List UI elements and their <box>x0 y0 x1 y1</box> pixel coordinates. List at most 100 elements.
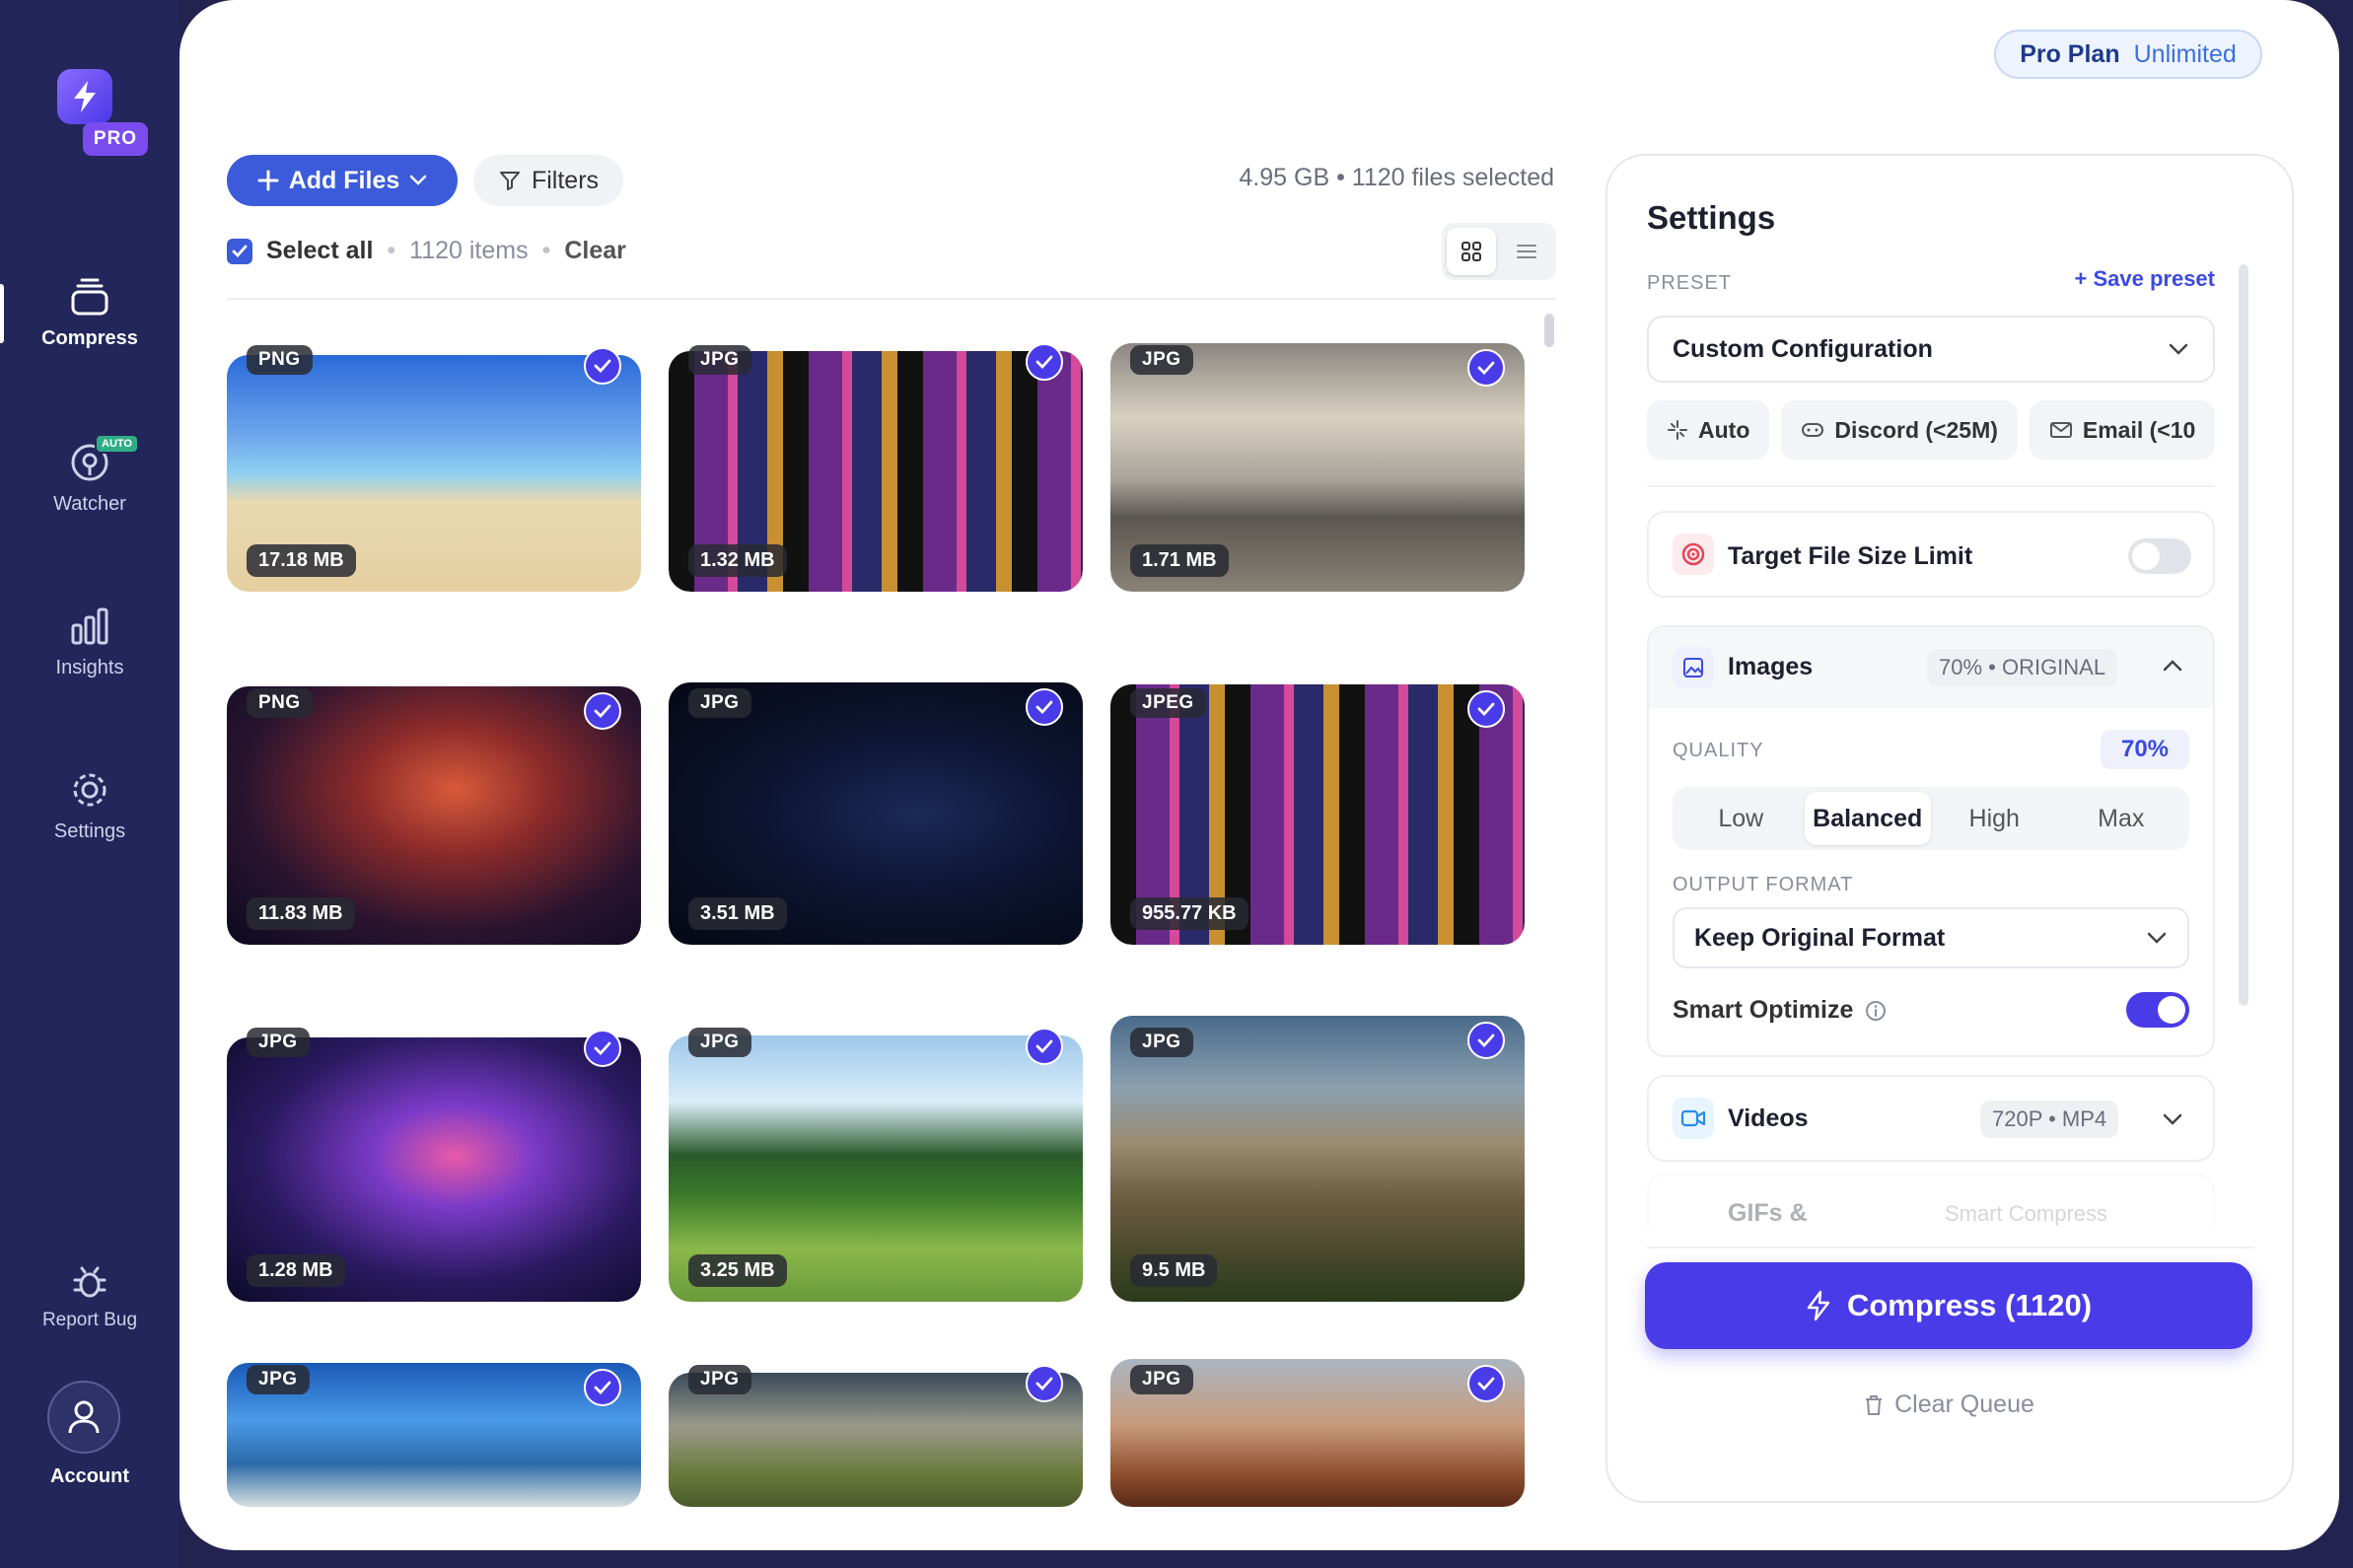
quick-presets: Auto Discord (<25M) Email (<10 <box>1647 400 2215 460</box>
preset-chip-discord[interactable]: Discord (<25M) <box>1781 400 2018 460</box>
file-select-checkbox[interactable] <box>1467 690 1505 728</box>
videos-section[interactable]: Videos 720P • MP4 <box>1647 1075 2215 1162</box>
chevron-down-icon <box>2169 343 2188 355</box>
file-select-checkbox[interactable] <box>1026 688 1063 726</box>
preset-label: PRESET <box>1647 272 1733 294</box>
add-files-label: Add Files <box>288 166 400 194</box>
chevron-up-icon[interactable] <box>2162 659 2183 673</box>
filters-button[interactable]: Filters <box>473 155 623 206</box>
clear-queue-button[interactable]: Clear Queue <box>1645 1390 2252 1419</box>
clear-selection-link[interactable]: Clear <box>564 237 626 265</box>
settings-title: Settings <box>1647 199 1776 236</box>
file-select-checkbox[interactable] <box>1026 1028 1063 1065</box>
file-select-checkbox[interactable] <box>1026 1365 1063 1402</box>
smart-optimize-toggle[interactable] <box>2126 992 2189 1028</box>
selection-summary: 4.95 GB • 1120 files selected <box>1239 164 1554 191</box>
list-view-button[interactable] <box>1502 228 1551 275</box>
check-icon <box>594 704 611 718</box>
quality-value-badge: 70% <box>2101 730 2189 769</box>
nav-settings[interactable]: Settings <box>0 769 179 843</box>
file-card[interactable]: JPG <box>1110 1353 1525 1507</box>
file-select-checkbox[interactable] <box>1467 1022 1505 1059</box>
output-format-label: OUTPUT FORMAT <box>1673 874 1854 895</box>
file-size-badge: 1.28 MB <box>247 1254 345 1287</box>
save-preset-button[interactable]: + Save preset <box>2075 266 2216 292</box>
quality-label: QUALITY <box>1673 740 1764 761</box>
gamepad-icon <box>1802 423 1824 437</box>
plan-name: Pro Plan <box>2020 39 2120 68</box>
grid-icon <box>1462 242 1481 261</box>
quality-option-low[interactable]: Low <box>1677 792 1805 845</box>
select-all-label[interactable]: Select all <box>266 237 373 265</box>
plan-pill[interactable]: Pro Plan Unlimited <box>1994 30 2262 79</box>
report-bug-button[interactable]: Report Bug <box>0 1264 179 1331</box>
quality-option-balanced[interactable]: Balanced <box>1804 792 1931 845</box>
file-select-checkbox[interactable] <box>584 347 621 385</box>
output-format-select[interactable]: Keep Original Format <box>1673 907 2189 968</box>
file-size-badge: 11.83 MB <box>247 897 355 930</box>
file-card[interactable]: JPG 1.71 MB <box>1110 333 1525 592</box>
trash-icon <box>1866 1394 1883 1415</box>
file-card[interactable]: JPG <box>669 1353 1083 1507</box>
check-icon <box>1035 1377 1053 1390</box>
file-size-badge: 3.51 MB <box>688 897 787 930</box>
gifs-summary: Smart Compress <box>1945 1201 2108 1226</box>
account-label[interactable]: Account <box>0 1465 179 1488</box>
file-type-badge: JPG <box>247 1365 310 1394</box>
grid-view-button[interactable] <box>1447 228 1496 275</box>
smart-optimize-row: Smart Optimize <box>1673 996 1887 1025</box>
file-card[interactable]: JPEG 955.77 KB <box>1110 677 1525 945</box>
file-type-badge: JPG <box>688 1028 751 1057</box>
file-card[interactable]: JPG 3.25 MB <box>669 1016 1083 1302</box>
file-card[interactable]: JPG 1.32 MB <box>669 333 1083 592</box>
file-type-badge: PNG <box>247 345 313 375</box>
info-icon[interactable] <box>1865 1000 1887 1022</box>
check-icon <box>232 245 248 257</box>
save-preset-label: Save preset <box>2093 266 2215 291</box>
file-card[interactable]: PNG 17.18 MB <box>227 333 641 592</box>
file-card[interactable]: JPG 3.51 MB <box>669 677 1083 945</box>
quality-option-high[interactable]: High <box>1931 792 2058 845</box>
toggle-knob <box>2158 996 2185 1024</box>
quality-option-max[interactable]: Max <box>2058 792 2185 845</box>
file-select-checkbox[interactable] <box>1026 343 1063 381</box>
grid-scrollbar[interactable] <box>1544 314 1554 347</box>
chevron-down-icon <box>2147 932 2167 944</box>
auto-badge: AUTO <box>95 434 139 454</box>
file-select-checkbox[interactable] <box>584 1030 621 1067</box>
pro-badge: PRO <box>83 122 148 156</box>
file-select-checkbox[interactable] <box>1467 349 1505 387</box>
nav-compress[interactable]: Compress <box>0 278 179 350</box>
check-icon <box>1477 1377 1495 1390</box>
gifs-section[interactable]: GIFs & Smart Compress <box>1647 1174 2215 1229</box>
preset-value: Custom Configuration <box>1673 334 1933 363</box>
account-avatar[interactable] <box>47 1381 120 1454</box>
separator-dot: • <box>541 237 551 264</box>
file-card[interactable]: JPG 1.28 MB <box>227 1016 641 1302</box>
nav-settings-label: Settings <box>53 820 126 842</box>
clear-queue-label: Clear Queue <box>1894 1390 2034 1418</box>
preset-chip-label: Email (<10 <box>2082 416 2196 443</box>
compress-button-label: Compress (1120) <box>1846 1288 2093 1322</box>
select-all-checkbox[interactable] <box>227 238 252 264</box>
file-card[interactable]: JPG 9.5 MB <box>1110 1016 1525 1302</box>
sparkle-icon <box>1668 420 1687 440</box>
check-icon <box>1035 1039 1053 1053</box>
file-select-checkbox[interactable] <box>1467 1365 1505 1402</box>
nav-insights[interactable]: Insights <box>0 606 179 679</box>
preset-chip-email[interactable]: Email (<10 <box>2029 400 2215 460</box>
file-card[interactable]: PNG 11.83 MB <box>227 677 641 945</box>
quality-segmented-control: Low Balanced High Max <box>1673 787 2189 850</box>
preset-select[interactable]: Custom Configuration <box>1647 316 2215 383</box>
nav-watcher-label: Watcher <box>53 493 126 515</box>
settings-scrollbar[interactable] <box>2239 264 2248 1006</box>
nav-watcher[interactable]: Watcher <box>0 442 179 516</box>
file-select-checkbox[interactable] <box>584 692 621 730</box>
preset-chip-auto[interactable]: Auto <box>1647 400 1770 460</box>
add-files-button[interactable]: Add Files <box>227 155 458 206</box>
file-select-checkbox[interactable] <box>584 1369 621 1406</box>
chevron-down-icon[interactable] <box>2162 1112 2183 1126</box>
compress-button[interactable]: Compress (1120) <box>1645 1262 2252 1349</box>
file-card[interactable]: JPG <box>227 1353 641 1507</box>
target-limit-toggle[interactable] <box>2128 538 2191 574</box>
